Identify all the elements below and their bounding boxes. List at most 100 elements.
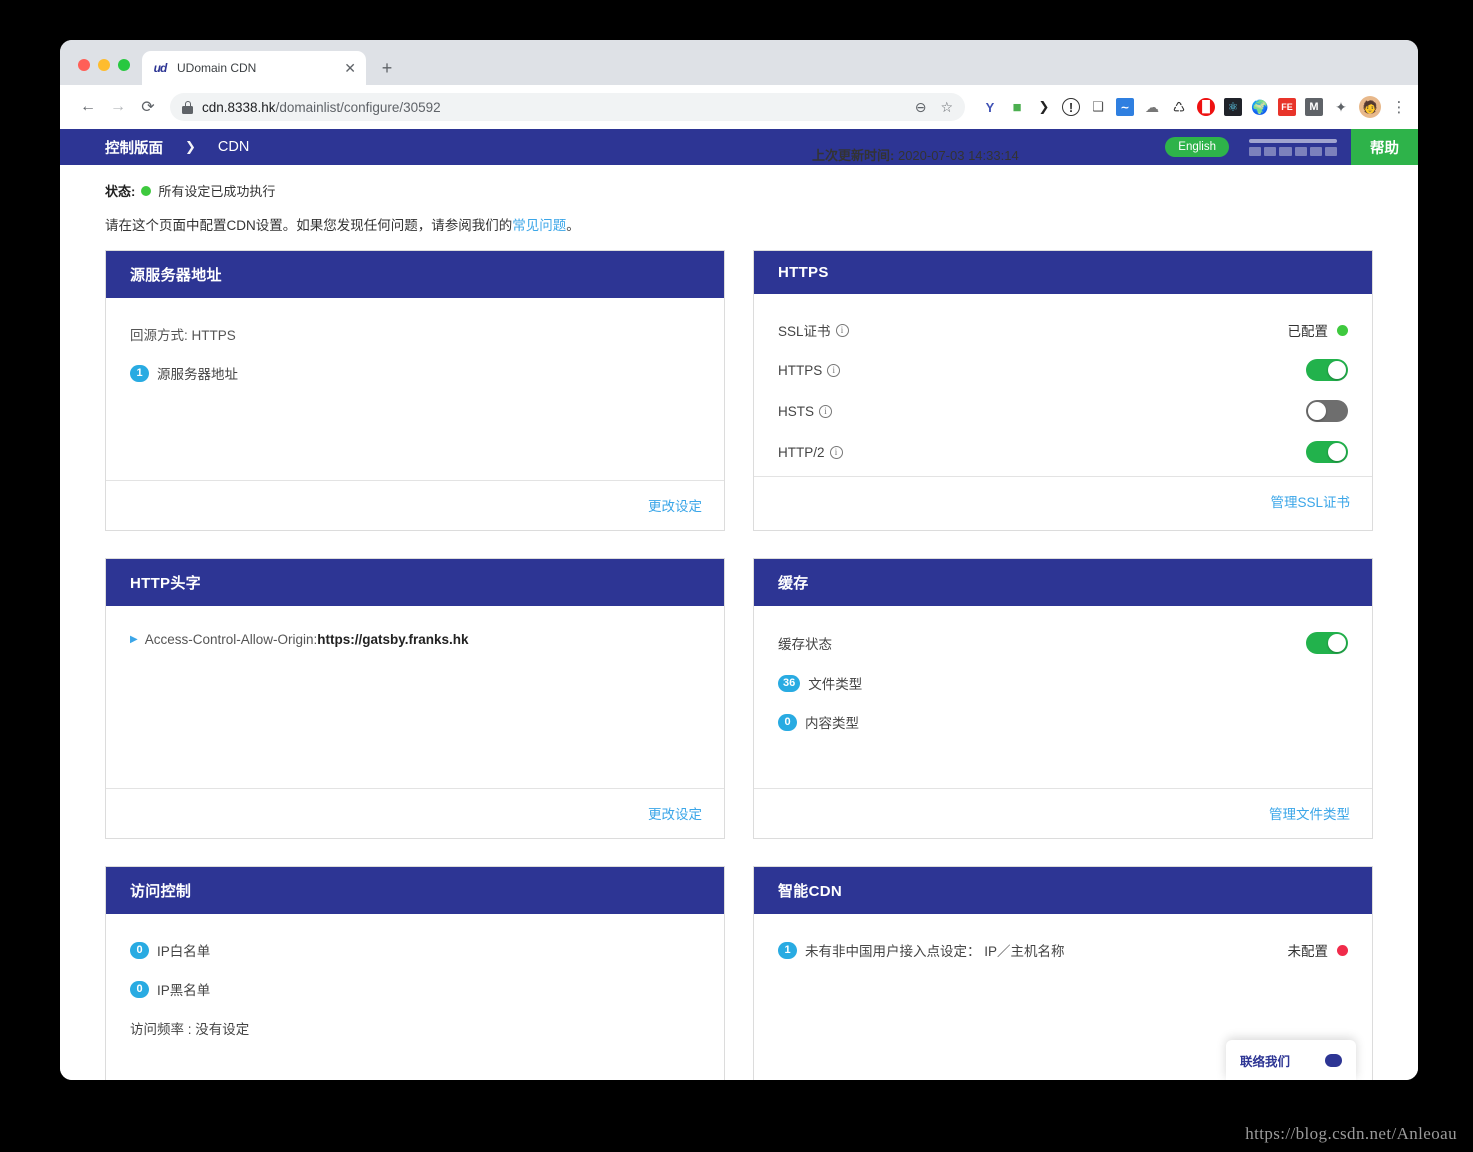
file-types-count-badge: 36 [778,675,800,692]
profile-avatar[interactable]: 🧑 [1359,96,1381,118]
card-origin-server-body: 回源方式: HTTPS 1 源服务器地址 [106,298,724,480]
ip-blacklist-label: IP黑名单 [157,979,210,999]
ip-blacklist-row: 0 IP黑名单 [130,979,700,999]
ssl-certificate-status-text: 已配置 [1288,320,1329,340]
card-http-headers-title: HTTP头字 [106,559,724,606]
origin-change-settings-link[interactable]: 更改设定 [648,499,702,514]
react-devtools-extension-icon[interactable]: ⚛ [1224,98,1242,116]
cache-content-types-row: 0 内容类型 [778,712,1348,732]
copy-extension-icon[interactable]: ❑ [1089,98,1107,116]
new-tab-button[interactable]: + [376,59,398,77]
card-cache-title: 缓存 [754,559,1372,606]
file-types-label: 文件类型 [808,673,862,693]
ssl-certificate-label: SSL证书 [778,320,831,340]
browser-tab-strip: ud UDomain CDN ✕ + [60,40,1418,85]
last-updated-value: 2020-07-03 14:33:14 [898,148,1019,163]
globe-extension-icon[interactable]: 🌍 [1251,98,1269,116]
access-rate-text: 访问频率 : 没有设定 [130,1018,249,1038]
smart-cdn-note-row: 1 未有非中国用户接入点设定： IP／主机名称 未配置 [778,940,1348,960]
http-headers-change-settings-link[interactable]: 更改设定 [648,807,702,822]
back-button[interactable]: ← [74,93,102,121]
last-updated-label: 上次更新时间: [812,148,894,163]
expand-caret-icon[interactable]: ▶ [130,634,138,645]
screenshot-root: ud UDomain CDN ✕ + ← → ⟳ cdn.8338.hk/dom… [0,0,1473,1152]
udomain-favicon-icon: ud [152,60,168,76]
https-label: HTTPS [778,363,822,378]
card-cache-footer: 管理文件类型 [754,788,1372,838]
cache-state-row: 缓存状态 [778,632,1348,654]
cards-grid: 源服务器地址 回源方式: HTTPS 1 源服务器地址 更改设定 [105,250,1373,1080]
breadcrumb-root[interactable]: 控制版面 [105,137,163,158]
card-origin-server: 源服务器地址 回源方式: HTTPS 1 源服务器地址 更改设定 [105,250,725,531]
evernote-extension-icon[interactable]: ■ [1008,98,1026,116]
cache-state-toggle[interactable] [1306,632,1348,654]
card-https-title: HTTPS [754,251,1372,294]
forward-button[interactable]: → [104,93,132,121]
recycle-extension-icon[interactable]: ♺ [1170,98,1188,116]
puzzle-extensions-icon[interactable]: ✦ [1332,98,1350,116]
bookmark-star-icon[interactable]: ☆ [940,99,953,116]
smart-cdn-note: 未有非中国用户接入点设定： IP／主机名称 [805,940,1065,960]
hsts-toggle[interactable] [1306,400,1348,422]
manage-file-types-link[interactable]: 管理文件类型 [1269,807,1350,822]
ip-whitelist-row: 0 IP白名单 [130,940,700,960]
http2-toggle[interactable] [1306,441,1348,463]
manage-ssl-certificate-link[interactable]: 管理SSL证书 [1270,495,1350,510]
close-tab-icon[interactable]: ✕ [344,61,356,75]
language-toggle-button[interactable]: English [1165,137,1229,157]
info-extension-icon[interactable]: ! [1062,98,1080,116]
adblock-extension-icon[interactable]: █ [1197,98,1215,116]
https-info-icon[interactable]: i [827,364,840,377]
close-window-button[interactable] [78,59,90,71]
ssl-certificate-row: SSL证书 i 已配置 [778,320,1348,340]
address-bar-url: cdn.8338.hk/domainlist/configure/30592 [202,100,441,115]
yandex-extension-icon[interactable]: Y [981,98,999,116]
card-cache: 缓存 缓存状态 36 文件类型 0 内容类型 [753,558,1373,839]
http2-info-icon[interactable]: i [830,446,843,459]
account-name-redacted[interactable] [1249,130,1337,164]
card-access-control: 访问控制 0 IP白名单 0 IP黑名单 访问频率 : 没有设定 [105,866,725,1080]
url-path: /domainlist/configure/30592 [276,100,441,115]
reload-button[interactable]: ⟳ [134,93,162,121]
smart-cdn-status-dot [1337,945,1348,956]
hsts-info-icon[interactable]: i [819,405,832,418]
address-bar[interactable]: cdn.8338.hk/domainlist/configure/30592 ⊖… [170,93,965,121]
status-label: 状态: [105,181,135,200]
breadcrumb-current[interactable]: CDN [218,139,249,155]
origin-address-count-badge: 1 [130,365,149,382]
cache-file-types-row: 36 文件类型 [778,673,1348,693]
http-header-name: Access-Control-Allow-Origin: [145,632,318,647]
contact-us-widget[interactable]: 联络我们 [1226,1040,1356,1080]
ssl-certificate-info-icon[interactable]: i [836,324,849,337]
pocket-extension-icon[interactable]: ❯ [1035,98,1053,116]
card-http-headers-footer: 更改设定 [106,788,724,838]
faq-link[interactable]: 常见问题 [512,218,566,233]
app-navbar: 控制版面 ❯ CDN English 帮助 [60,129,1418,165]
smart-cdn-status-text: 未配置 [1288,940,1329,960]
contact-us-label: 联络我们 [1240,1051,1290,1070]
content-types-label: 内容类型 [805,712,859,732]
cache-state-label: 缓存状态 [778,633,832,653]
help-button[interactable]: 帮助 [1351,129,1418,165]
cloud-extension-icon[interactable]: ☁ [1143,98,1161,116]
browser-window: ud UDomain CDN ✕ + ← → ⟳ cdn.8338.hk/dom… [60,40,1418,1080]
origin-address-row: 1 源服务器地址 [130,363,700,383]
browser-menu-icon[interactable]: ⋮ [1390,100,1408,115]
card-smart-cdn-title: 智能CDN [754,867,1372,914]
https-toggle[interactable] [1306,359,1348,381]
http-header-value: https://gatsby.franks.hk [317,632,468,647]
card-https-footer: 管理SSL证书 [754,476,1372,526]
zoom-out-icon[interactable]: ⊖ [915,99,927,116]
last-updated: 上次更新时间: 2020-07-03 14:33:14 [812,145,1019,164]
card-cache-body: 缓存状态 36 文件类型 0 内容类型 [754,606,1372,788]
maximize-window-button[interactable] [118,59,130,71]
card-http-headers: HTTP头字 ▶ Access-Control-Allow-Origin:htt… [105,558,725,839]
chart-extension-icon[interactable]: ∼ [1116,98,1134,116]
minimize-window-button[interactable] [98,59,110,71]
http-header-row: ▶ Access-Control-Allow-Origin:https://ga… [130,632,700,647]
card-access-control-title: 访问控制 [106,867,724,914]
fe-extension-icon[interactable]: FE [1278,98,1296,116]
origin-method-row: 回源方式: HTTPS [130,324,700,344]
gmail-extension-icon[interactable]: M [1305,98,1323,116]
browser-tab[interactable]: ud UDomain CDN ✕ [142,51,366,85]
